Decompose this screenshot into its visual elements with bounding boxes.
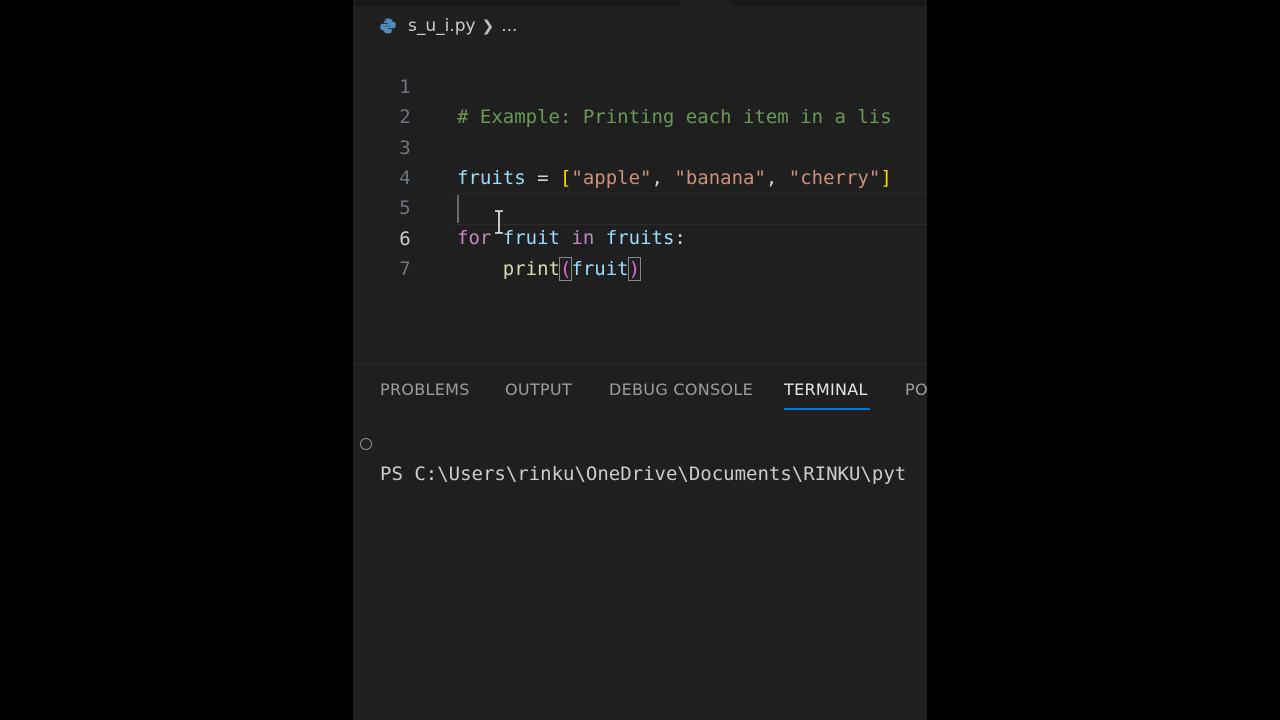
terminal-output[interactable]: PS C:\Users\rinku\OneDrive\Documents\RIN… (353, 432, 906, 485)
terminal-prompt: PS C:\Users\rinku\OneDrive\Documents\RIN… (380, 463, 907, 485)
code-function: print (502, 258, 560, 280)
code-paren: ) (627, 257, 642, 281)
tab-ports[interactable]: PO (905, 380, 927, 399)
code-line[interactable]: 2 (353, 72, 927, 128)
code-line[interactable]: 5 for fruit in fruits: (353, 163, 927, 249)
tab-terminal[interactable]: TERMINAL (784, 380, 868, 399)
tab-strip (353, 0, 927, 6)
code-line[interactable]: 1 # Example: Printing each item in a lis (353, 42, 927, 128)
ibeam-cursor-icon (495, 210, 503, 234)
code-editor[interactable]: 1 # Example: Printing each item in a lis… (353, 42, 927, 362)
indent-guide (457, 195, 459, 223)
tab-output[interactable]: OUTPUT (505, 380, 572, 399)
code-paren: ( (558, 257, 573, 281)
code-line[interactable]: 3 fruits = ["apple", "banana", "cherry"] (353, 103, 927, 189)
panel-divider (353, 364, 927, 365)
code-variable: fruit (571, 258, 629, 280)
python-icon (380, 18, 396, 34)
line-number: 7 (399, 258, 411, 280)
vscode-window: s_u_i.py ❯ ... 1 # Example: Printing eac… (353, 0, 927, 720)
code-line[interactable]: 4 (353, 133, 927, 189)
breadcrumb-ellipsis[interactable]: ... (501, 16, 517, 36)
code-line-active[interactable]: 6 print(fruit) (353, 194, 927, 281)
breadcrumb: s_u_i.py ❯ ... (379, 13, 517, 39)
tab-debug-console[interactable]: DEBUG CONSOLE (609, 380, 753, 399)
code-line[interactable]: 7 (353, 224, 927, 280)
breadcrumb-file[interactable]: s_u_i.py (408, 16, 476, 36)
active-tab-indicator (784, 408, 870, 410)
tab-problems[interactable]: PROBLEMS (380, 380, 470, 399)
chevron-right-icon: ❯ (481, 17, 495, 35)
